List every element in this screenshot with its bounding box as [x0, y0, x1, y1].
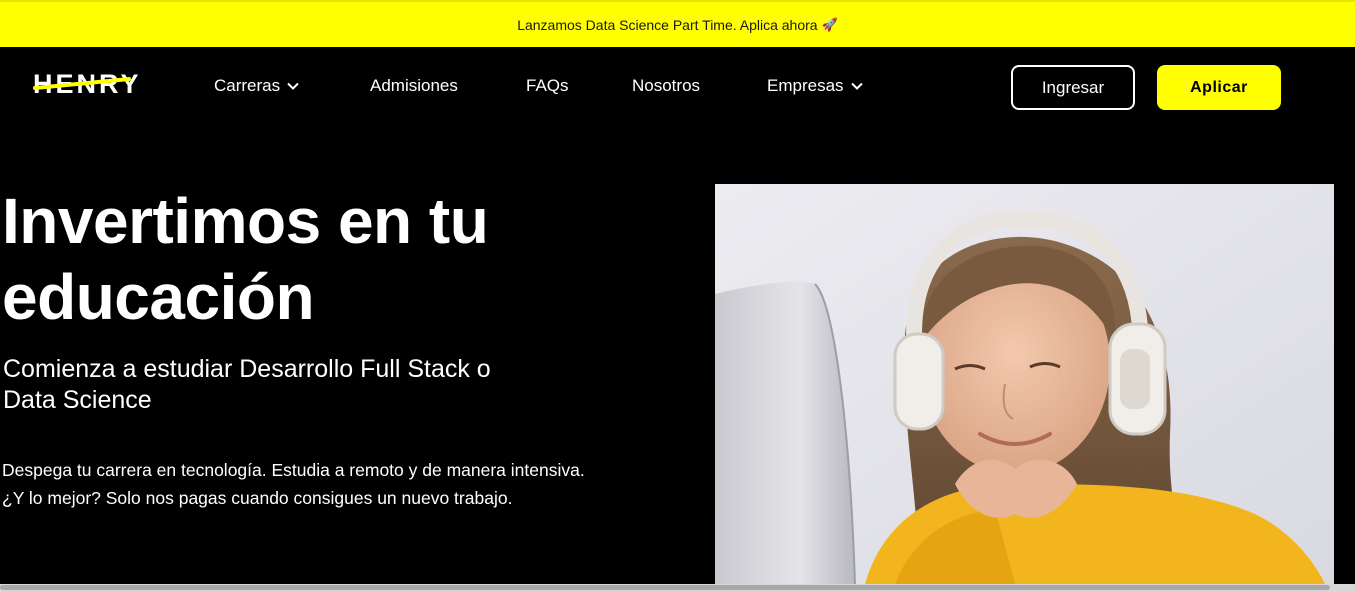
nav-item-label: Admisiones	[370, 76, 458, 95]
chevron-down-icon	[287, 82, 299, 90]
nav-item-label: FAQs	[526, 76, 569, 95]
nav-item-faqs[interactable]: FAQs	[526, 76, 569, 96]
nav-item-nosotros[interactable]: Nosotros	[632, 76, 700, 96]
hero-subtitle-line-1: Comienza a estudiar Desarrollo Full Stac…	[3, 355, 491, 383]
promo-text[interactable]: Lanzamos Data Science Part Time. Aplica …	[517, 17, 817, 33]
nav-item-carreras[interactable]: Carreras	[214, 76, 300, 96]
scrollbar-thumb[interactable]	[0, 585, 1330, 590]
promo-banner[interactable]: Lanzamos Data Science Part Time. Aplica …	[0, 0, 1355, 47]
hero-title-line-2: educación	[2, 261, 315, 333]
rocket-icon: 🚀	[821, 16, 838, 32]
apply-button[interactable]: Aplicar	[1157, 65, 1281, 110]
navbar: HENRY Carreras Admisiones FAQs Nosotros …	[0, 47, 1355, 129]
hero-description-line-1: Despega tu carrera en tecnología. Estudi…	[2, 460, 585, 480]
hero-description-line-2: ¿Y lo mejor? Solo nos pagas cuando consi…	[2, 488, 513, 508]
hero-photo-student-with-headphones	[715, 184, 1334, 584]
nav-item-label: Carreras	[214, 76, 281, 95]
chevron-down-icon	[850, 82, 863, 90]
hero-title-line-1: Invertimos en tu	[2, 185, 489, 257]
nav-item-admisiones[interactable]: Admisiones	[370, 76, 458, 96]
nav-item-label: Nosotros	[632, 76, 701, 95]
login-button[interactable]: Ingresar	[1011, 65, 1135, 110]
hero-subtitle: Comienza a estudiar Desarrollo Full Stac…	[3, 354, 563, 416]
horizontal-scrollbar[interactable]	[0, 584, 1355, 591]
nav-item-label: Empresas	[767, 76, 844, 95]
henry-logo[interactable]: HENRY	[33, 69, 161, 99]
hero-description: Despega tu carrera en tecnología. Estudi…	[2, 456, 682, 512]
nav-item-empresas[interactable]: Empresas	[767, 76, 864, 96]
hero-title: Invertimos en tu educación	[2, 183, 642, 335]
hero-subtitle-line-2: Data Science	[3, 386, 152, 414]
